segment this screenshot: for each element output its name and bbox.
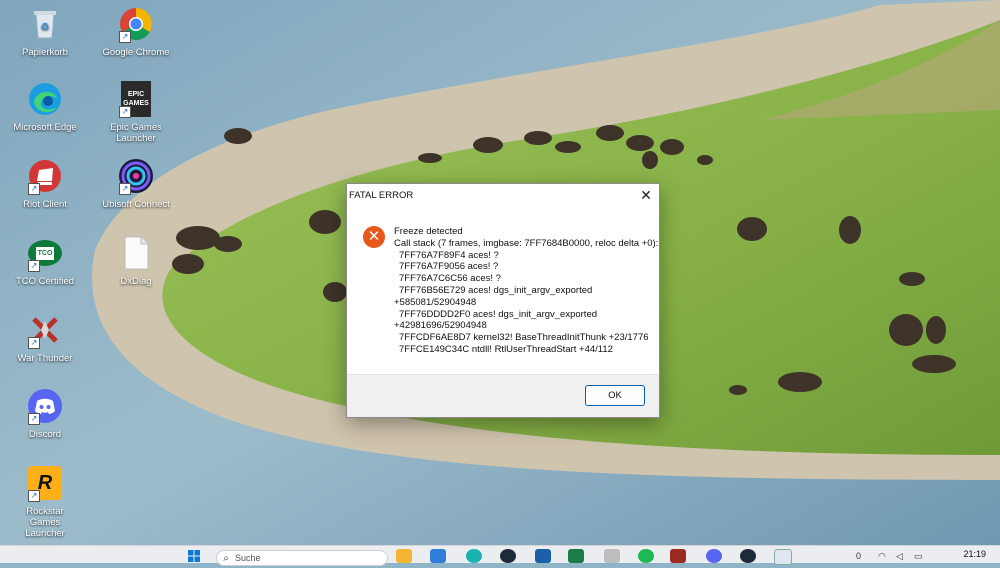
recycle-bin-icon: ♻ [26, 5, 64, 43]
file-explorer-icon[interactable] [396, 549, 412, 563]
dialog-footer: OK [347, 374, 659, 417]
desktop-icon-discord[interactable]: ↗ Discord [0, 387, 90, 440]
error-message: Freeze detected Call stack (7 frames, im… [394, 226, 664, 356]
taskbar-clock[interactable]: 21:19 [963, 549, 986, 559]
message-line: 7FFCE149C34C ntdll! RtlUserThreadStart +… [399, 343, 613, 355]
desktop-icon-google-chrome[interactable]: ↗ Google Chrome [91, 5, 181, 58]
shortcut-arrow-icon: ↗ [119, 31, 131, 43]
desktop-icon-microsoft-edge[interactable]: Microsoft Edge [0, 80, 90, 133]
error-icon: ✕ [363, 226, 385, 248]
ok-button[interactable]: OK [585, 385, 645, 406]
desktop-icon-label: Riot Client [23, 199, 67, 210]
mail-icon[interactable] [430, 549, 446, 563]
fatal-error-dialog: FATAL ERROR ✕ ✕ Freeze detected Call sta… [346, 183, 660, 418]
riot-client-icon: ↗ [26, 157, 64, 195]
battery-icon[interactable]: ▭ [914, 551, 923, 562]
desktop-icon-war-thunder[interactable]: ↗ War Thunder [0, 311, 90, 364]
shortcut-arrow-icon: ↗ [28, 260, 40, 272]
desktop-icon-label: Epic Games Launcher [110, 122, 162, 144]
chrome-icon: ↗ [117, 5, 155, 43]
steam-taskbar-icon[interactable] [740, 549, 756, 563]
store-icon[interactable] [535, 549, 551, 563]
desktop-icon-label: Rockstar Games Launcher [25, 506, 65, 539]
taskbar: ⌕ Suche 0 ◠ ◁ ▭ 21:19 [0, 545, 1000, 566]
ubisoft-icon: ↗ [117, 157, 155, 195]
shortcut-arrow-icon: ↗ [28, 490, 40, 502]
message-line: 7FF76A7C6C56 aces! ? [399, 273, 501, 285]
edge-icon [26, 80, 64, 118]
svg-text:♻: ♻ [41, 22, 50, 33]
message-line: 7FFCDF6AE8D7 kernel32! BaseThreadInitThu… [399, 332, 649, 344]
window-icon[interactable] [774, 549, 792, 565]
desktop-icon-dxdiag[interactable]: DxDiag [91, 234, 181, 287]
epic-games-icon: EPIC GAMES ↗ [117, 80, 155, 118]
shortcut-arrow-icon: ↗ [28, 183, 40, 195]
dialog-titlebar[interactable]: FATAL ERROR ✕ [347, 184, 659, 206]
desktop-icon-label: Papierkorb [22, 47, 68, 58]
discord-icon: ↗ [26, 387, 64, 425]
network-icon[interactable]: ◠ [878, 551, 886, 562]
desktop-icon-rockstar[interactable]: R ↗ Rockstar Games Launcher [0, 464, 90, 539]
message-line: +42981696/52904948 [394, 320, 487, 332]
desktop-icon-riot-client[interactable]: ↗ Riot Client [0, 157, 90, 210]
volume-icon[interactable]: ◁ [896, 551, 903, 562]
desktop-icon-epic-games[interactable]: EPIC GAMES ↗ Epic Games Launcher [91, 80, 181, 144]
dxdiag-icon [117, 234, 155, 272]
dialog-title: FATAL ERROR [349, 189, 414, 201]
shortcut-arrow-icon: ↗ [119, 106, 131, 118]
app-icon[interactable] [604, 549, 620, 563]
desktop-icon-label: DxDiag [120, 276, 152, 287]
tray-indicator: 0 [856, 551, 862, 561]
steam-icon[interactable] [500, 549, 516, 563]
desktop-icon-label: Ubisoft Connect [102, 199, 170, 210]
close-icon[interactable]: ✕ [633, 184, 659, 206]
desktop-icon-recycle-bin[interactable]: ♻ Papierkorb [0, 5, 90, 58]
shortcut-arrow-icon: ↗ [28, 413, 40, 425]
message-line: 7FF76B56E729 aces! dgs_init_argv_exporte… [399, 284, 593, 296]
message-line: +585081/52904948 [394, 296, 477, 308]
message-line: Call stack (7 frames, imgbase: 7FF7684B0… [394, 237, 659, 249]
rockstar-icon: R ↗ [26, 464, 64, 502]
desktop-icon-label: Google Chrome [102, 47, 170, 58]
spotify-icon[interactable] [638, 549, 654, 563]
desktop-icon-ubisoft-connect[interactable]: ↗ Ubisoft Connect [91, 157, 181, 210]
tco-certified-icon: TCO ↗ [26, 234, 64, 272]
shortcut-arrow-icon: ↗ [119, 183, 131, 195]
desktop-icon-label: Discord [28, 429, 62, 440]
start-button[interactable] [186, 549, 202, 563]
taskbar-search-input[interactable]: ⌕ Suche [216, 550, 388, 566]
edge-taskbar-icon[interactable] [466, 549, 482, 563]
excel-icon[interactable] [568, 549, 584, 563]
message-line: 7FF76DDDD2F0 aces! dgs_init_argv_exporte… [399, 308, 598, 320]
message-line: Freeze detected [394, 226, 463, 237]
desktop-icon-label: War Thunder [17, 353, 73, 364]
war-thunder-taskbar-icon[interactable] [670, 549, 686, 563]
desktop-icon-label: Microsoft Edge [13, 122, 77, 133]
message-line: 7FF76A7F89F4 aces! ? [399, 249, 499, 261]
discord-taskbar-icon[interactable] [706, 549, 722, 563]
desktop-icon-tco-certified[interactable]: TCO ↗ TCO Certified [0, 234, 90, 287]
shortcut-arrow-icon: ↗ [28, 337, 40, 349]
war-thunder-icon: ↗ [26, 311, 64, 349]
desktop-icon-label: TCO Certified [15, 276, 75, 287]
message-line: 7FF76A7F9056 aces! ? [399, 261, 499, 273]
